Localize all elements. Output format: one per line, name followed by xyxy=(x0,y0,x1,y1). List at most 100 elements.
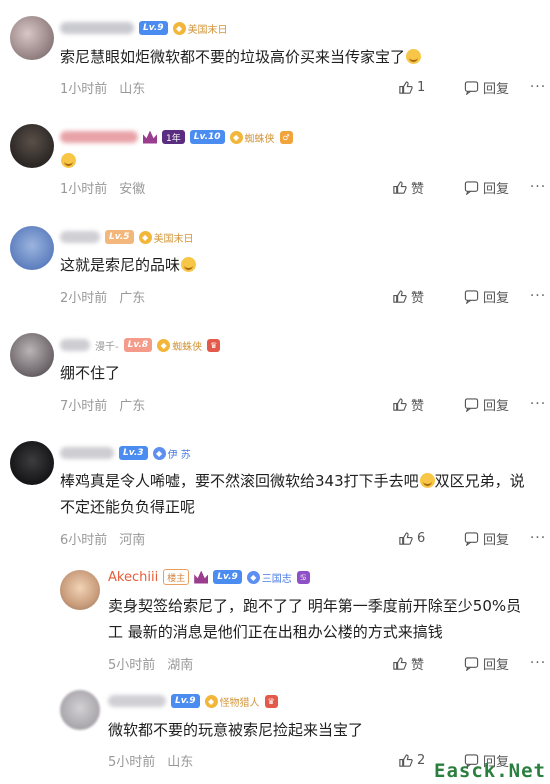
more-menu-button[interactable]: ··· xyxy=(529,288,547,304)
username-blurred[interactable] xyxy=(108,695,166,707)
username-blurred[interactable] xyxy=(60,131,138,143)
thumb-up-icon xyxy=(393,656,407,670)
thumb-up-icon xyxy=(399,531,413,545)
location: 安徽 xyxy=(119,181,146,197)
comment-text: 这就是索尼的品味 xyxy=(60,252,197,278)
username-blurred[interactable] xyxy=(60,22,134,34)
reply-text: 卖身契签给索尼了，跑不了了 明年第一季度前开除至少50%员工 最新的消息是他们正… xyxy=(108,597,522,641)
timestamp: 1小时前 xyxy=(60,181,108,197)
level-badge: Lv.5 xyxy=(105,230,134,244)
reply-button[interactable]: 回复 xyxy=(464,529,509,548)
game-emblem-icon: ♋ xyxy=(296,570,310,584)
more-menu-button[interactable]: ··· xyxy=(529,396,547,412)
comment-actions: 赞 回复 ··· xyxy=(392,176,547,198)
gem-icon: ◆ xyxy=(138,230,152,244)
avatar[interactable] xyxy=(10,333,54,377)
location: 湖南 xyxy=(167,657,194,673)
reply-meta: 5小时前 山东 xyxy=(108,749,193,771)
comment-actions: 赞 回复 ··· xyxy=(392,285,547,307)
comment-meta: 1小时前 山东 xyxy=(60,76,145,98)
user-line: 漫千- Lv.8 ◆ 蜘蛛侠 ♛ xyxy=(60,336,221,354)
timestamp: 1小时前 xyxy=(60,81,108,97)
user-line: Lv.9 ◆ 怪物猎人 ♛ xyxy=(108,692,278,710)
emoji-icon xyxy=(419,473,435,488)
username-blurred[interactable] xyxy=(60,447,114,459)
comment-text: 棒鸡真是令人唏嘘，要不然滚回微软给343打下手去吧 双区兄弟，说 不定还能负负得正呢 xyxy=(60,472,525,516)
reply-button[interactable]: 回复 xyxy=(464,654,509,673)
more-menu-button[interactable]: ··· xyxy=(529,655,547,671)
level-badge: Lv.3 xyxy=(119,446,148,460)
gem-icon: ◆ xyxy=(229,130,243,144)
reply-bubble-icon xyxy=(464,80,479,95)
avatar[interactable] xyxy=(60,570,100,610)
like-button[interactable]: 赞 xyxy=(392,287,448,306)
like-button[interactable]: 6 xyxy=(398,531,448,546)
reply-bubble-icon xyxy=(464,397,479,412)
reply-button[interactable]: 回复 xyxy=(464,287,509,306)
fan-badge: ◆ 蜘蛛侠 xyxy=(157,338,202,353)
more-menu-button[interactable]: ··· xyxy=(529,179,547,195)
reply-button[interactable]: 回复 xyxy=(464,178,509,197)
more-menu-button[interactable]: ··· xyxy=(529,79,547,95)
comment-actions: 赞 回复 ··· xyxy=(392,393,547,415)
fan-badge: ◆ 美国末日 xyxy=(172,21,228,36)
membership-year-badge: 1年 xyxy=(162,130,185,144)
location: 广东 xyxy=(119,398,146,414)
comment-actions: 1 回复 ··· xyxy=(398,76,547,98)
avatar[interactable] xyxy=(10,441,54,485)
op-badge: 楼主 xyxy=(163,569,190,585)
gem-icon: ◆ xyxy=(157,338,171,352)
emoji-icon xyxy=(181,257,197,272)
reply-button[interactable]: 回复 xyxy=(464,395,509,414)
reply-button[interactable]: 回复 xyxy=(464,78,509,97)
like-button[interactable]: 赞 xyxy=(392,178,448,197)
comment-meta: 1小时前 安徽 xyxy=(60,176,145,198)
timestamp: 5小时前 xyxy=(108,754,156,770)
comment-text: 绷不住了 xyxy=(60,364,121,382)
user-line: Lv.5 ◆ 美国末日 xyxy=(60,228,194,246)
level-badge: Lv.9 xyxy=(213,570,242,584)
thumb-up-icon xyxy=(399,753,413,767)
user-line: Lv.3 ◆ 伊 苏 xyxy=(60,444,191,462)
comment-meta: 2小时前 广东 xyxy=(60,285,145,307)
thumb-up-icon xyxy=(393,180,407,194)
username[interactable]: Akechiii xyxy=(108,570,158,585)
fan-badge: ◆ 怪物猎人 xyxy=(204,694,260,709)
gem-icon: ◆ xyxy=(204,694,218,708)
like-button[interactable]: 赞 xyxy=(392,654,448,673)
reply-bubble-icon xyxy=(464,531,479,546)
location: 河南 xyxy=(119,532,146,548)
avatar[interactable] xyxy=(10,226,54,270)
reply-meta: 5小时前 湖南 xyxy=(108,652,193,674)
comment-meta: 6小时前 河南 xyxy=(60,527,145,549)
fan-badge: ◆ 三国志 xyxy=(246,570,292,585)
like-button[interactable]: 赞 xyxy=(392,395,448,414)
like-button[interactable]: 1 xyxy=(398,80,448,95)
watermark: Easck.Net xyxy=(434,760,546,782)
more-menu-button[interactable]: ··· xyxy=(529,530,547,546)
avatar[interactable] xyxy=(10,124,54,168)
username-blurred[interactable] xyxy=(60,231,100,243)
crown-emblem-icon: ♛ xyxy=(207,338,221,352)
comment-meta: 7小时前 广东 xyxy=(60,393,145,415)
timestamp: 7小时前 xyxy=(60,398,108,414)
username-blurred[interactable] xyxy=(60,339,90,351)
comment-text: 索尼慧眼如炬微软都不要的垃圾高价买来当传家宝了 xyxy=(60,44,422,70)
reply-bubble-icon xyxy=(464,180,479,195)
thumb-up-icon xyxy=(399,80,413,94)
avatar[interactable] xyxy=(10,16,54,60)
crown-icon xyxy=(194,570,209,584)
reply-text: 微软都不要的玩意被索尼捡起来当宝了 xyxy=(108,721,364,739)
location: 广东 xyxy=(119,290,146,306)
reply-actions: 赞 回复 ··· xyxy=(392,652,547,674)
location: 山东 xyxy=(167,754,194,770)
avatar[interactable] xyxy=(60,690,100,730)
user-line: Lv.9 ◆ 美国末日 xyxy=(60,19,228,37)
level-badge: Lv.10 xyxy=(189,130,225,144)
level-badge: Lv.9 xyxy=(139,21,168,35)
fan-badge: ◆ 伊 苏 xyxy=(152,446,191,461)
crown-icon xyxy=(143,130,157,144)
gem-icon: ◆ xyxy=(172,21,186,35)
crown-emblem-icon: ♛ xyxy=(264,694,278,708)
timestamp: 5小时前 xyxy=(108,657,156,673)
